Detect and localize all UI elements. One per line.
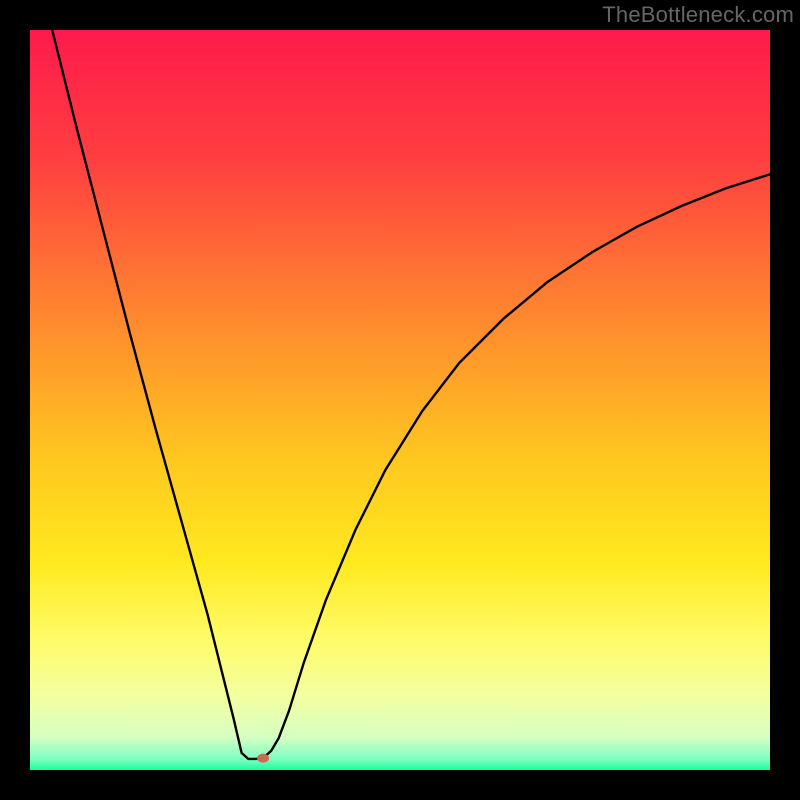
chart-frame: TheBottleneck.com (0, 0, 800, 800)
watermark-label: TheBottleneck.com (602, 2, 794, 28)
minimum-marker (257, 754, 269, 763)
bottleneck-chart (30, 30, 770, 770)
gradient-background (30, 30, 770, 770)
